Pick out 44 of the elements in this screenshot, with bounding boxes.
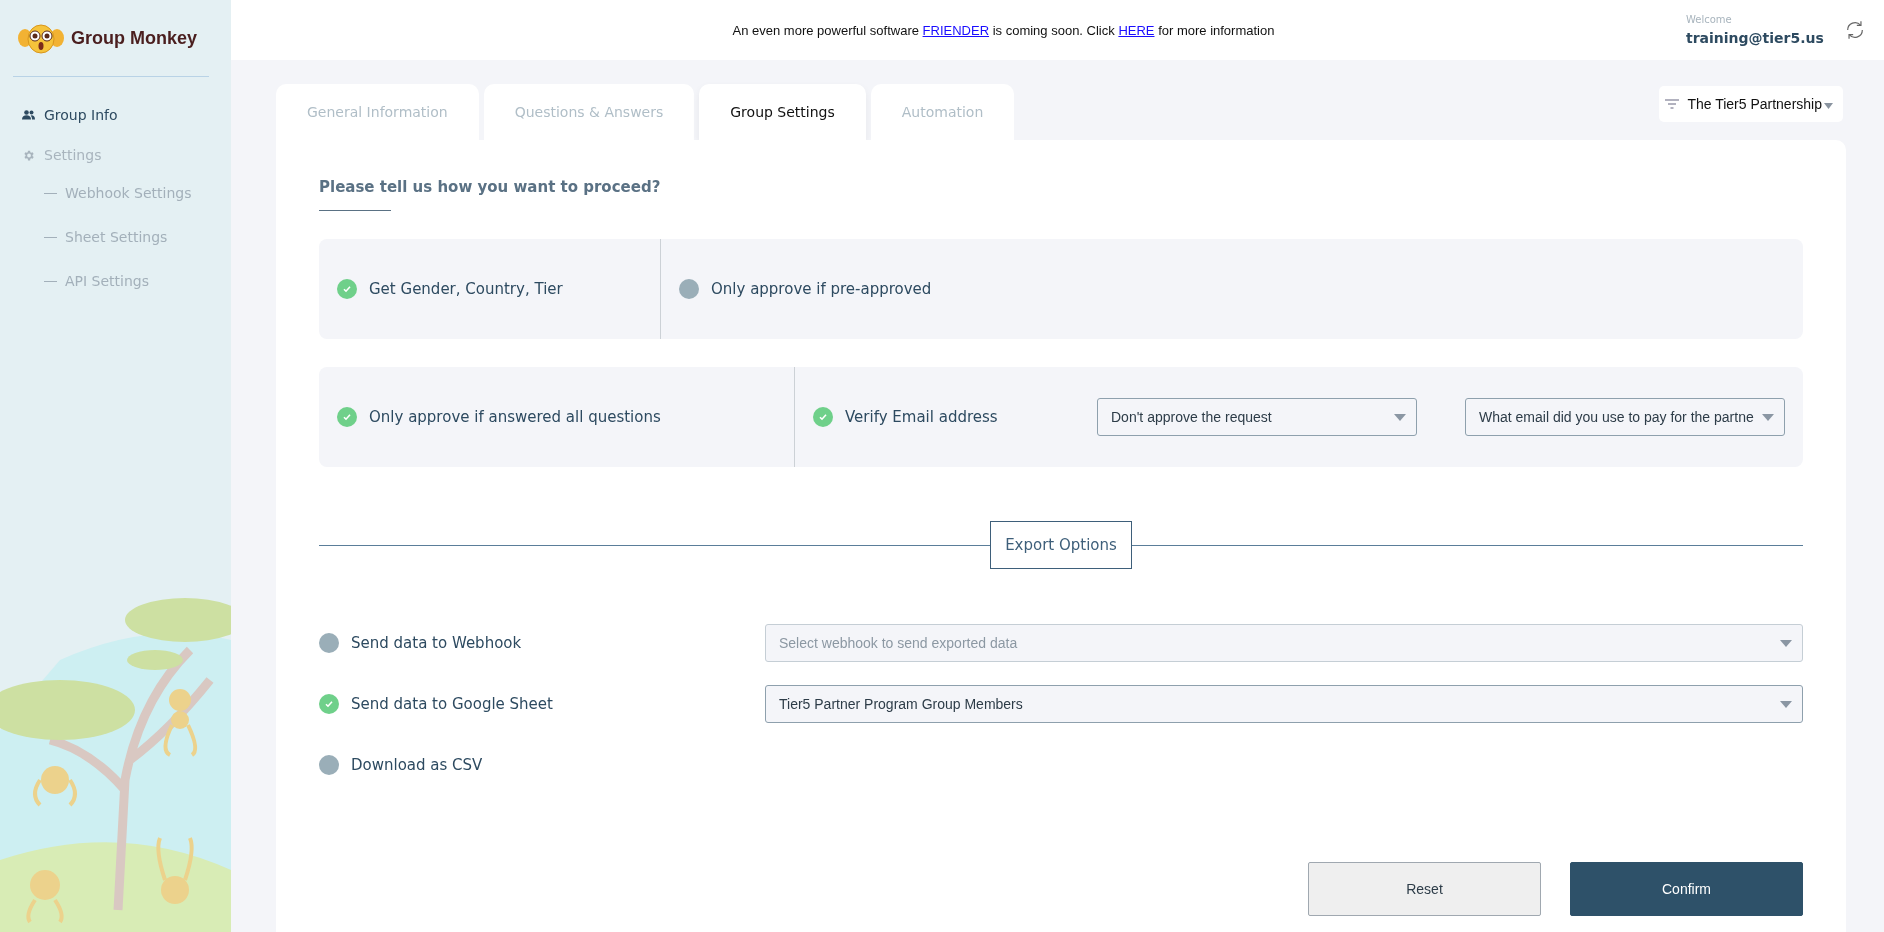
user-email: training@tier5.us	[1686, 30, 1825, 46]
reset-button[interactable]: Reset	[1308, 862, 1541, 916]
monkey-logo-icon	[17, 23, 65, 54]
welcome-label: Welcome	[1686, 14, 1733, 25]
confirm-button[interactable]: Confirm	[1570, 862, 1803, 916]
caret-icon	[1780, 700, 1792, 708]
announcement-link[interactable]: FRIENDER	[922, 22, 990, 38]
option-label: Get Gender, Country, Tier	[369, 280, 563, 298]
brand-name: Group Monkey	[71, 28, 197, 49]
option-checkbox[interactable]	[337, 407, 357, 427]
option-checkbox[interactable]	[813, 407, 833, 427]
export-checkbox[interactable]	[319, 633, 339, 653]
caret-icon	[1780, 639, 1792, 647]
refresh-icon[interactable]	[1844, 19, 1866, 41]
caret-icon	[1824, 103, 1833, 109]
dropdown[interactable]: What email did you use to pay for the partne	[1465, 398, 1785, 436]
option-checkbox[interactable]	[679, 279, 699, 299]
export-option-label: Download as CSV	[351, 756, 483, 774]
sidebar-item[interactable]: Group Info	[0, 99, 231, 131]
export-checkbox[interactable]	[319, 755, 339, 775]
checkmark-icon	[324, 699, 334, 709]
option-label: Only approve if pre-approved	[711, 280, 932, 298]
option-label: Verify Email address	[845, 408, 998, 426]
checkmark-icon	[818, 412, 828, 422]
settings-icon	[22, 148, 35, 162]
export-options-title: Export Options	[990, 521, 1132, 569]
caret-icon	[1762, 413, 1774, 421]
section-heading: Please tell us how you want to proceed?	[319, 178, 662, 196]
export-checkbox[interactable]	[319, 694, 339, 714]
checkmark-icon	[342, 412, 352, 422]
announcement-link[interactable]: HERE	[1118, 22, 1155, 38]
users-icon	[22, 110, 35, 120]
checkmark-icon	[342, 284, 352, 294]
dropdown[interactable]: Tier5 Partner Program Group Members	[765, 685, 1803, 723]
announcement-text: An even more powerful software FRIENDER is coming soon. Click HERE for more information	[731, 22, 1276, 38]
tab[interactable]: Group Settings	[699, 84, 866, 140]
dropdown[interactable]: Don't approve the request	[1097, 398, 1417, 436]
export-option-label: Send data to Google Sheet	[351, 695, 553, 713]
export-option-label: Send data to Webhook	[351, 634, 522, 652]
option-checkbox[interactable]	[337, 279, 357, 299]
group-picker[interactable]: The Tier5 Partnership	[1659, 86, 1843, 122]
option-label: Only approve if answered all questions	[369, 408, 661, 426]
caret-icon	[1394, 413, 1406, 421]
filter-icon	[1665, 99, 1680, 109]
